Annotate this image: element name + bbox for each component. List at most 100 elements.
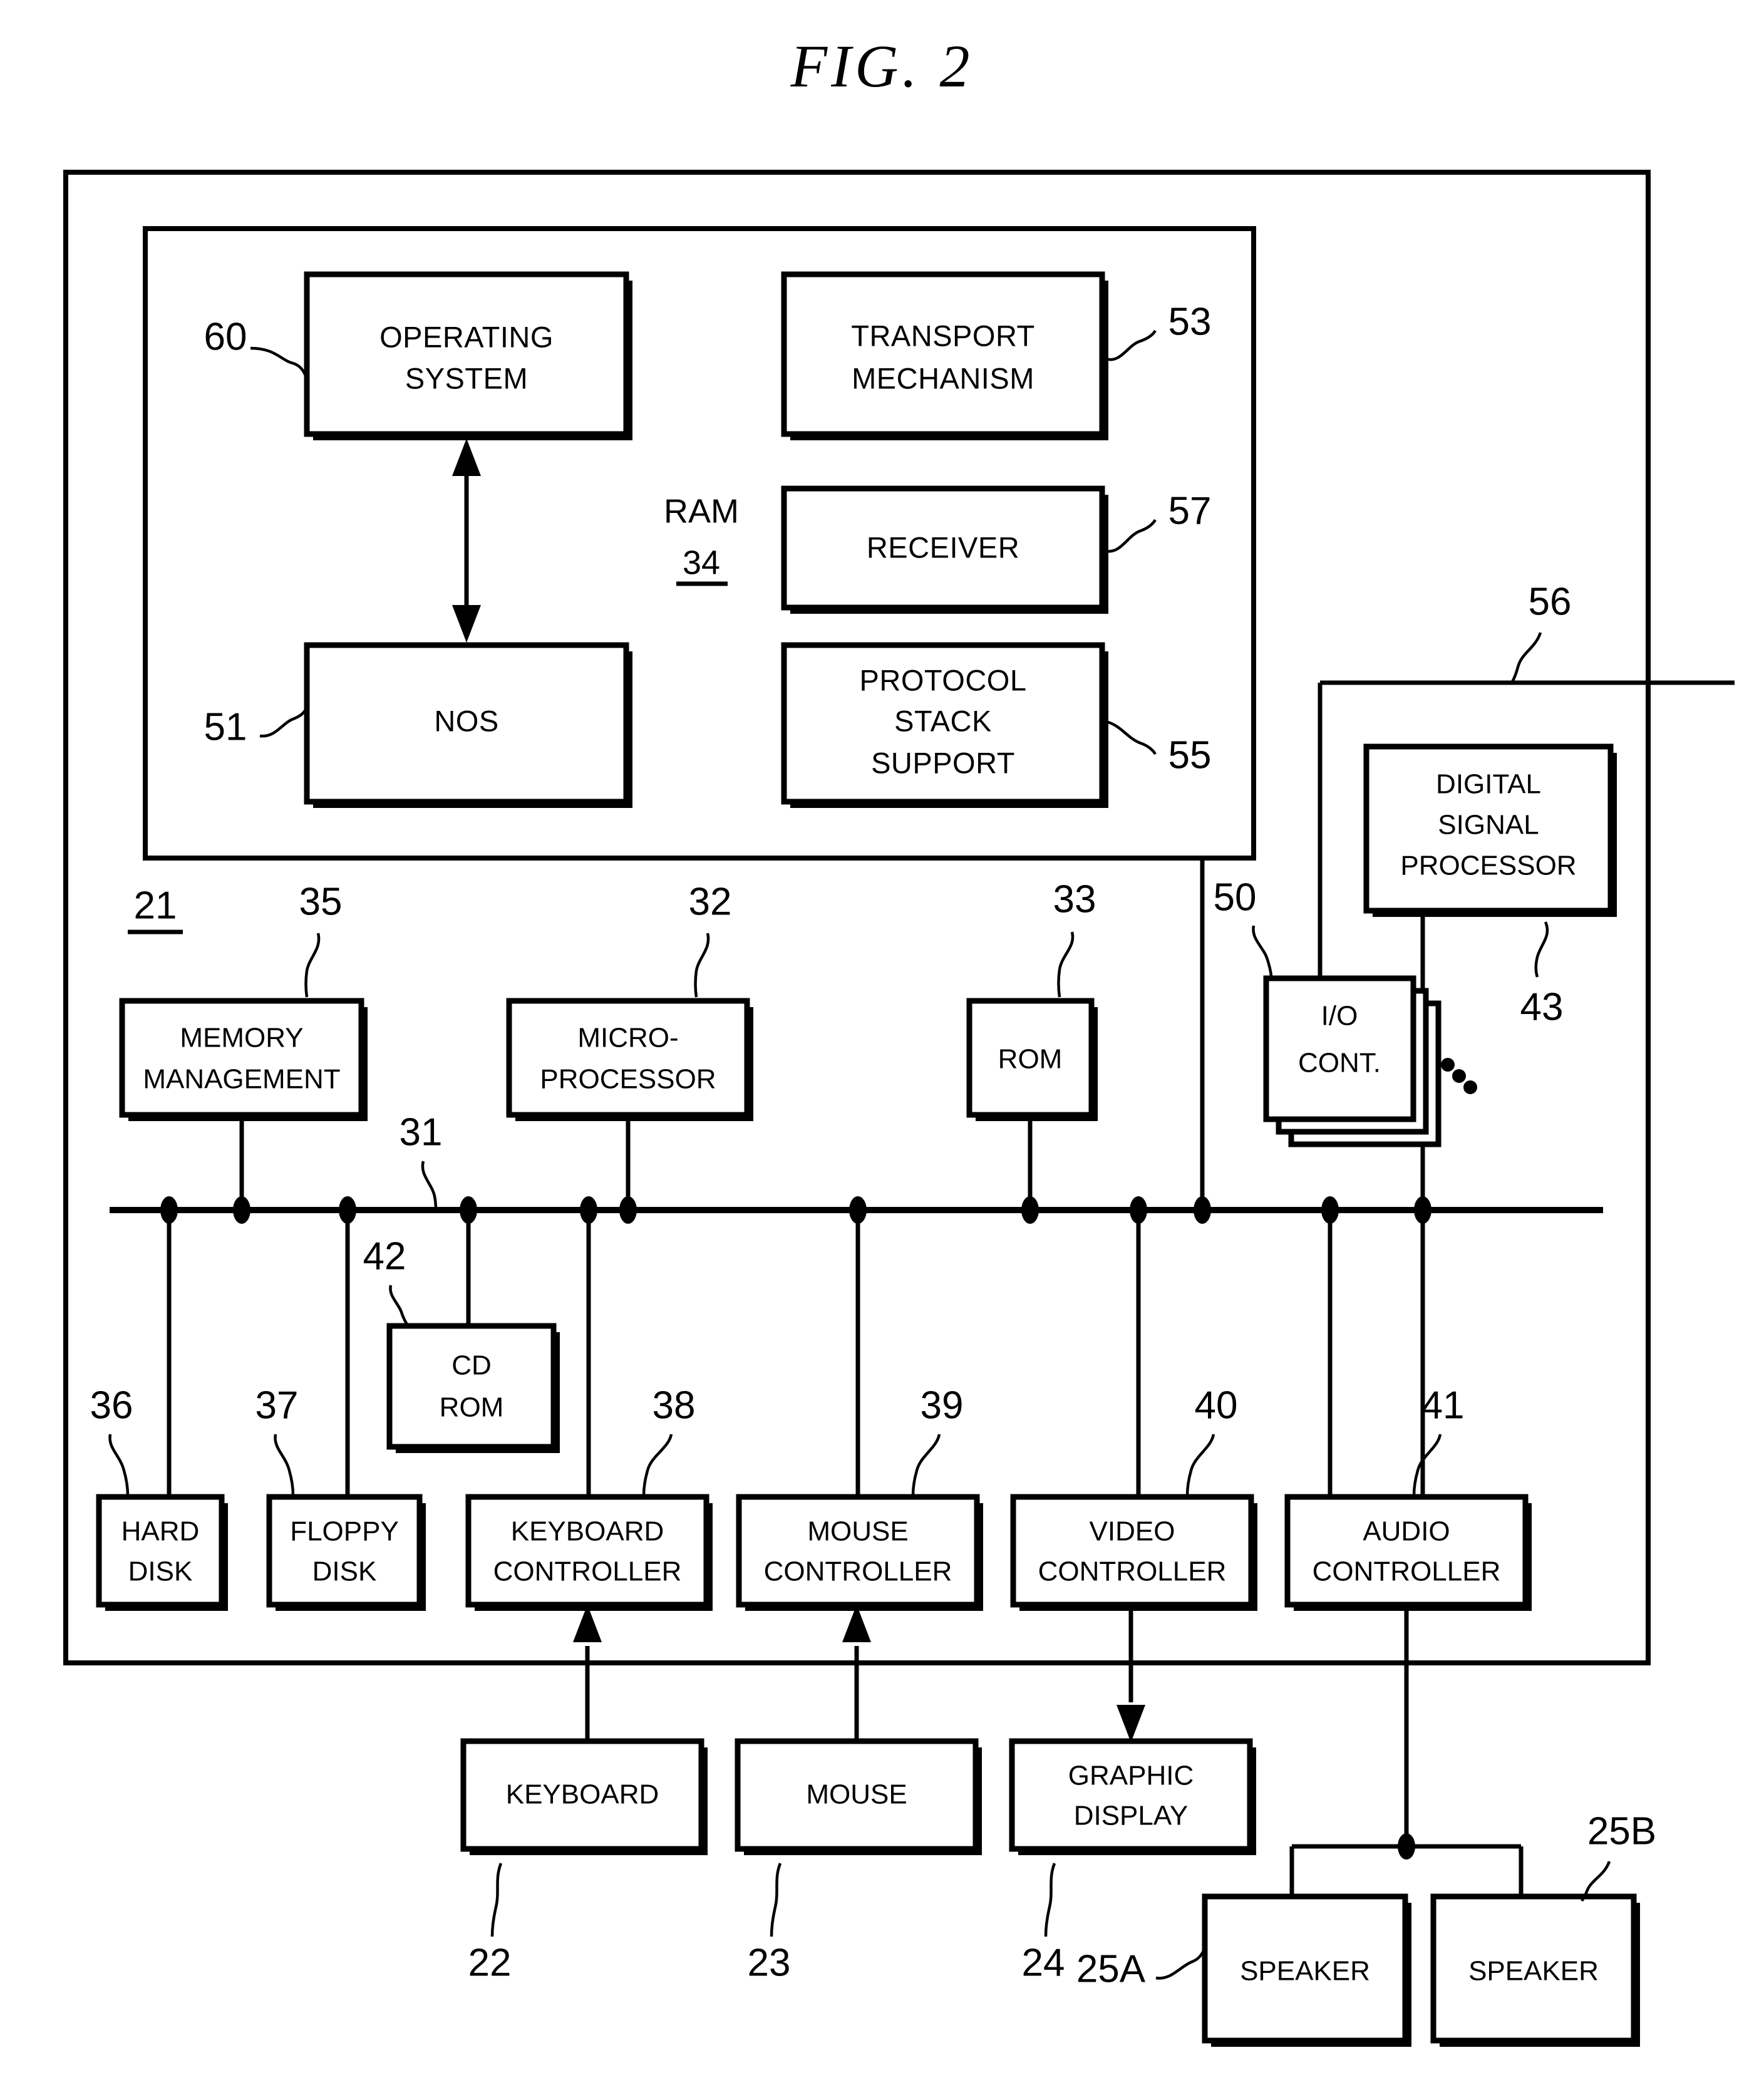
- ram-ref-number: 34: [683, 544, 720, 581]
- graphic-display-arrowhead: [1117, 1705, 1145, 1742]
- graphic-display-label-line1: GRAPHIC: [1068, 1761, 1194, 1791]
- video-controller-label-line1: VIDEO: [1090, 1516, 1175, 1547]
- microprocessor-label-line1: MICRO-: [577, 1023, 678, 1053]
- keyboard-label: KEYBOARD: [506, 1779, 659, 1810]
- bus-dot-8: [1021, 1196, 1039, 1224]
- floppydisk-leader-line: [274, 1434, 295, 1496]
- memory-management-box: [119, 998, 364, 1118]
- mouse-controller-leader-line: [911, 1434, 941, 1496]
- memory-management-ref-number: 35: [299, 880, 343, 923]
- cdrom-label-line2: ROM: [440, 1392, 504, 1423]
- operating-system-leader-line: [250, 346, 307, 376]
- graphic-display-ref-number: 24: [1022, 1941, 1065, 1984]
- speaker-a-leader-line: [1155, 1950, 1205, 1980]
- audio-controller-leader-line: [1412, 1434, 1442, 1496]
- dsp-leader-line: [1534, 921, 1549, 978]
- ram-label: RAM: [664, 492, 739, 530]
- transport-mechanism-leader-line: [1105, 329, 1157, 361]
- dsp-label-line2: SIGNAL: [1438, 810, 1539, 841]
- keyboard-ref-number: 22: [468, 1941, 512, 1984]
- mouse-controller-box: [736, 1494, 980, 1608]
- io-controller-leader-line: [1252, 925, 1273, 978]
- harddisk-leader-line: [108, 1434, 130, 1496]
- protocol-stack-label-line2: STACK: [894, 704, 992, 737]
- receiver-label: RECEIVER: [867, 530, 1019, 564]
- nos-leader-line: [259, 708, 307, 738]
- graphic-display-leader-line: [1044, 1863, 1056, 1937]
- io-ellipsis-dot-1: [1441, 1058, 1455, 1072]
- system-ref-number: 21: [134, 884, 177, 927]
- dsp-ref-number: 43: [1520, 985, 1564, 1028]
- rom-ref-number: 33: [1053, 877, 1096, 921]
- rom-leader-line: [1057, 931, 1075, 998]
- floppydisk-box: [266, 1494, 423, 1608]
- cdrom-ref-number: 42: [363, 1234, 406, 1278]
- receiver-ref-number: 57: [1168, 489, 1212, 532]
- protocol-stack-label-line1: PROTOCOL: [860, 663, 1027, 696]
- dsp-label-line3: PROCESSOR: [1400, 851, 1576, 881]
- protocol-stack-leader-line: [1105, 720, 1157, 755]
- nos-ref-number: 51: [204, 705, 247, 748]
- bus-dot-2: [233, 1196, 250, 1224]
- audio-controller-label-line1: AUDIO: [1363, 1516, 1450, 1547]
- video-controller-leader-line: [1185, 1434, 1215, 1496]
- video-controller-box: [1010, 1494, 1254, 1608]
- mouse-ref-number: 23: [748, 1941, 791, 1984]
- mouse-label: MOUSE: [806, 1779, 907, 1810]
- microprocessor-leader-line: [694, 933, 710, 998]
- bus-leader-line: [421, 1161, 438, 1211]
- memory-management-label-line1: MEMORY: [180, 1023, 303, 1053]
- transport-mechanism-ref-number: 53: [1168, 300, 1212, 343]
- cdrom-label-line1: CD: [451, 1350, 492, 1381]
- floppydisk-ref-number: 37: [255, 1384, 299, 1427]
- rom-label: ROM: [998, 1044, 1063, 1075]
- memory-management-label-line2: MANAGEMENT: [143, 1064, 340, 1095]
- mouse-controller-label-line1: MOUSE: [807, 1516, 908, 1547]
- io-controller-label-line2: CONT.: [1298, 1048, 1381, 1079]
- io-controller-label-line1: I/O: [1321, 1001, 1358, 1032]
- audio-controller-label-line2: CONTROLLER: [1313, 1556, 1501, 1587]
- os-nos-arrowhead-down: [452, 605, 481, 643]
- audio-controller-ref-number: 41: [1421, 1384, 1465, 1427]
- harddisk-label-line2: DISK: [128, 1556, 193, 1587]
- graphic-display-label-line2: DISPLAY: [1074, 1801, 1189, 1831]
- memory-management-leader-line: [304, 933, 321, 998]
- cdrom-leader-line: [389, 1285, 410, 1327]
- floppydisk-label-line1: FLOPPY: [290, 1516, 399, 1547]
- protocol-stack-label-line3: SUPPORT: [871, 746, 1015, 779]
- video-controller-label-line2: CONTROLLER: [1038, 1556, 1227, 1587]
- harddisk-box: [96, 1494, 225, 1608]
- os-nos-arrowhead-up: [452, 438, 481, 476]
- microprocessor-label-line2: PROCESSOR: [540, 1064, 716, 1095]
- graphic-display-box: [1009, 1738, 1253, 1852]
- operating-system-box: [304, 271, 629, 437]
- keyboard-leader-line: [490, 1863, 503, 1937]
- speaker-b-label: SPEAKER: [1468, 1956, 1599, 1987]
- operating-system-label-line2: SYSTEM: [405, 361, 528, 395]
- keyboard-controller-leader-line: [642, 1434, 673, 1496]
- microprocessor-box: [506, 998, 750, 1118]
- microprocessor-ref-number: 32: [689, 880, 732, 923]
- speaker-a-label: SPEAKER: [1240, 1956, 1370, 1987]
- harddisk-label-line1: HARD: [121, 1516, 200, 1547]
- line-56-leader: [1510, 632, 1542, 684]
- operating-system-ref-number: 60: [204, 315, 247, 358]
- harddisk-ref-number: 36: [90, 1384, 133, 1427]
- transport-mechanism-box: [781, 271, 1105, 437]
- keyboard-controller-ref-number: 38: [652, 1384, 696, 1427]
- mouse-leader-line: [770, 1863, 782, 1937]
- line-56-ref-number: 56: [1529, 580, 1572, 623]
- io-ellipsis-dot-3: [1463, 1080, 1477, 1094]
- audio-controller-box: [1284, 1494, 1529, 1608]
- operating-system-label-line1: OPERATING: [379, 320, 554, 353]
- block-diagram: RAM 34 OPERATING SYSTEM 60 NOS 51 TRANSP…: [63, 170, 1735, 2047]
- io-ellipsis-dot-2: [1452, 1069, 1466, 1083]
- speaker-a-ref-number: 25A: [1076, 1947, 1146, 1990]
- bus-dot-6: [619, 1196, 637, 1224]
- bus-dot-10: [1194, 1196, 1211, 1224]
- keyboard-controller-label-line1: KEYBOARD: [511, 1516, 664, 1547]
- mouse-controller-ref-number: 39: [921, 1384, 964, 1427]
- io-controller-ref-number: 50: [1214, 876, 1257, 919]
- keyboard-controller-label-line2: CONTROLLER: [493, 1556, 682, 1587]
- dsp-label-line1: DIGITAL: [1436, 769, 1541, 800]
